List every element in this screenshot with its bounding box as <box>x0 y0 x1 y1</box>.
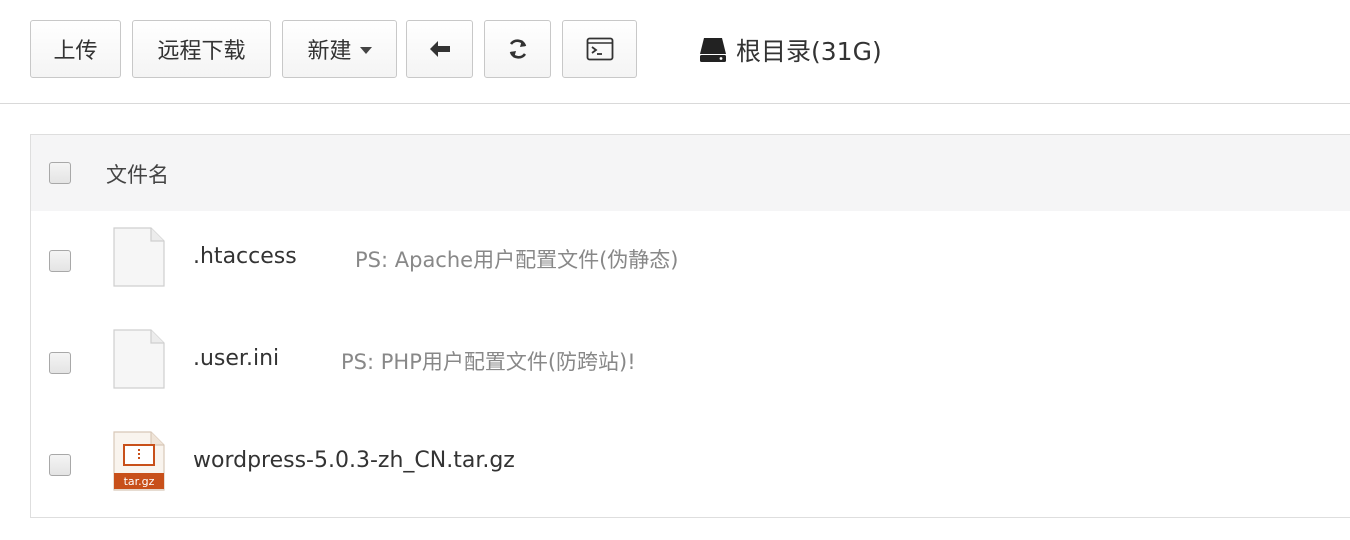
caret-down-icon <box>359 47 372 54</box>
file-table: 文件名 .htaccess PS: Apache用户配置文件(伪静态) .use… <box>30 134 1350 518</box>
file-icon <box>113 227 165 287</box>
arrow-left-icon <box>429 41 450 57</box>
table-row[interactable]: .user.ini PS: PHP用户配置文件(防跨站)! <box>31 313 1350 416</box>
new-dropdown-button[interactable]: 新建 <box>282 20 397 78</box>
file-note: PS: Apache用户配置文件(伪静态) <box>355 248 679 272</box>
file-note: PS: PHP用户配置文件(防跨站)! <box>341 350 636 374</box>
table-row[interactable]: .htaccess PS: Apache用户配置文件(伪静态) <box>31 211 1350 314</box>
row-checkbox[interactable] <box>49 454 71 476</box>
row-checkbox[interactable] <box>49 250 71 272</box>
terminal-icon <box>586 37 613 61</box>
hdd-icon <box>700 38 726 62</box>
terminal-button[interactable] <box>562 20 637 78</box>
archive-badge-text: tar.gz <box>124 475 155 488</box>
current-path: 根目录(31G) <box>698 30 882 70</box>
remote-download-button[interactable]: 远程下载 <box>132 20 271 78</box>
column-header-filename[interactable]: 文件名 <box>106 159 169 189</box>
select-all-checkbox[interactable] <box>49 162 71 184</box>
table-row[interactable]: tar.gz wordpress-5.0.3-zh_CN.tar.gz <box>31 415 1350 517</box>
file-icon <box>113 329 165 389</box>
file-name[interactable]: wordpress-5.0.3-zh_CN.tar.gz <box>193 448 515 473</box>
file-name[interactable]: .htaccess <box>193 244 297 269</box>
remote-download-button-label: 远程下载 <box>157 39 246 64</box>
table-header: 文件名 <box>31 135 1350 212</box>
file-name[interactable]: .user.ini <box>193 346 279 371</box>
row-checkbox[interactable] <box>49 352 71 374</box>
path-label: 根目录(31G) <box>736 37 882 66</box>
refresh-button[interactable] <box>484 20 551 78</box>
new-button-label: 新建 <box>307 39 352 64</box>
upload-button-label: 上传 <box>53 39 98 64</box>
refresh-icon <box>509 39 526 59</box>
archive-icon: tar.gz <box>113 431 165 491</box>
back-button[interactable] <box>406 20 473 78</box>
upload-button[interactable]: 上传 <box>30 20 121 78</box>
toolbar: 上传 远程下载 新建 根目录(31G) <box>0 0 1350 104</box>
